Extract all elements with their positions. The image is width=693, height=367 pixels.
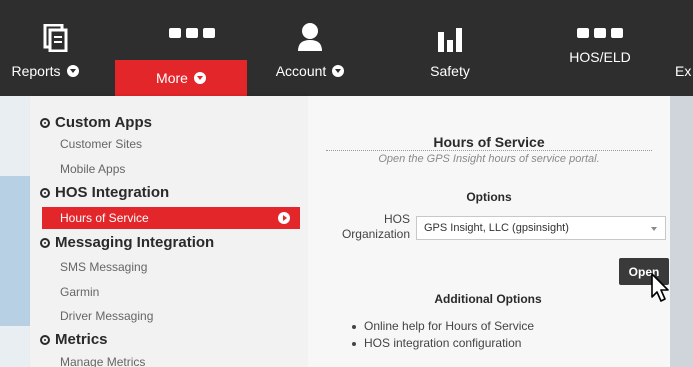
nav-label-ex: Ex: [675, 63, 692, 79]
section-metrics[interactable]: Metrics: [40, 331, 108, 348]
panel-title: Hours of Service: [433, 134, 545, 150]
nav-item-hos-eld[interactable]: HOS/ELD: [545, 0, 655, 96]
section-custom-apps[interactable]: Custom Apps: [40, 114, 152, 131]
link-online-help[interactable]: Online help for Hours of Service: [352, 318, 534, 335]
options-heading: Options: [466, 190, 512, 204]
menu-item-label: Hours of Service: [60, 211, 149, 225]
hours-of-service-panel: Hours of Service Open the GPS Insight ho…: [308, 96, 670, 367]
nav-label-safety: Safety: [430, 63, 470, 79]
bullet-icon: [352, 341, 356, 346]
section-title: HOS Integration: [55, 184, 170, 201]
additional-options-heading: Additional Options: [434, 292, 542, 306]
section-title: Metrics: [55, 331, 108, 348]
nav-item-account[interactable]: Account: [255, 0, 365, 96]
chevron-down-icon: [651, 227, 657, 231]
select-value: GPS Insight, LLC (gpsinsight): [424, 222, 569, 234]
more-dots-icon: [577, 28, 623, 38]
section-messaging-integration[interactable]: Messaging Integration: [40, 234, 214, 251]
menu-item-driver-messaging[interactable]: Driver Messaging: [60, 309, 153, 323]
menu-item-garmin[interactable]: Garmin: [60, 285, 99, 299]
menu-item-sms-messaging[interactable]: SMS Messaging: [60, 260, 147, 274]
chevron-down-icon: [193, 72, 206, 84]
chevron-down-icon: [332, 65, 345, 77]
nav-item-ex[interactable]: Ex: [675, 0, 693, 96]
section-bullet-icon: [40, 187, 50, 198]
background-map-strip: [0, 176, 30, 326]
bullet-icon: [352, 324, 356, 329]
background-page-right: [670, 96, 693, 367]
chevron-right-icon: [278, 212, 290, 224]
mouse-pointer-icon: [651, 273, 669, 302]
hos-organization-label: HOS Organization: [322, 212, 410, 242]
nav-item-reports[interactable]: Reports: [0, 0, 110, 96]
nav-item-safety[interactable]: Safety: [400, 0, 500, 96]
reports-icon: [43, 24, 68, 52]
menu-item-manage-metrics[interactable]: Manage Metrics: [60, 355, 145, 367]
link-label: Online help for Hours of Service: [364, 319, 535, 333]
section-bullet-icon: [40, 117, 50, 128]
section-bullet-icon: [40, 237, 50, 248]
nav-item-more[interactable]: More: [115, 60, 247, 96]
nav-label-reports: Reports: [11, 63, 61, 79]
account-icon: [298, 23, 322, 51]
nav-label-hos-eld: HOS/ELD: [569, 49, 631, 65]
top-navigation-bar: Reports More Account Safety HOS/ELD Ex: [0, 0, 693, 96]
link-hos-configuration[interactable]: HOS integration configuration: [352, 335, 534, 352]
field-label-line-2: Organization: [341, 227, 410, 241]
section-title: Messaging Integration: [55, 234, 215, 251]
chevron-down-icon: [66, 65, 79, 77]
section-bullet-icon: [40, 334, 50, 345]
nav-label-more: More: [156, 70, 188, 86]
menu-item-customer-sites[interactable]: Customer Sites: [60, 137, 142, 151]
background-page-left: [0, 96, 30, 367]
section-hos-integration[interactable]: HOS Integration: [40, 184, 169, 201]
nav-label-account: Account: [275, 63, 327, 79]
field-label-line-1: HOS: [383, 212, 410, 226]
menu-item-hours-of-service[interactable]: Hours of Service: [42, 207, 300, 229]
more-icon: [169, 28, 215, 38]
additional-options-list: Online help for Hours of Service HOS int…: [352, 318, 534, 352]
more-dropdown-menu: Custom Apps Customer Sites Mobile Apps H…: [30, 96, 308, 367]
hos-organization-select[interactable]: GPS Insight, LLC (gpsinsight): [416, 216, 666, 240]
section-title: Custom Apps: [55, 114, 152, 131]
safety-icon: [438, 28, 462, 52]
menu-item-mobile-apps[interactable]: Mobile Apps: [60, 162, 125, 176]
panel-subtitle: Open the GPS Insight hours of service po…: [326, 150, 652, 165]
link-label: HOS integration configuration: [364, 336, 522, 350]
